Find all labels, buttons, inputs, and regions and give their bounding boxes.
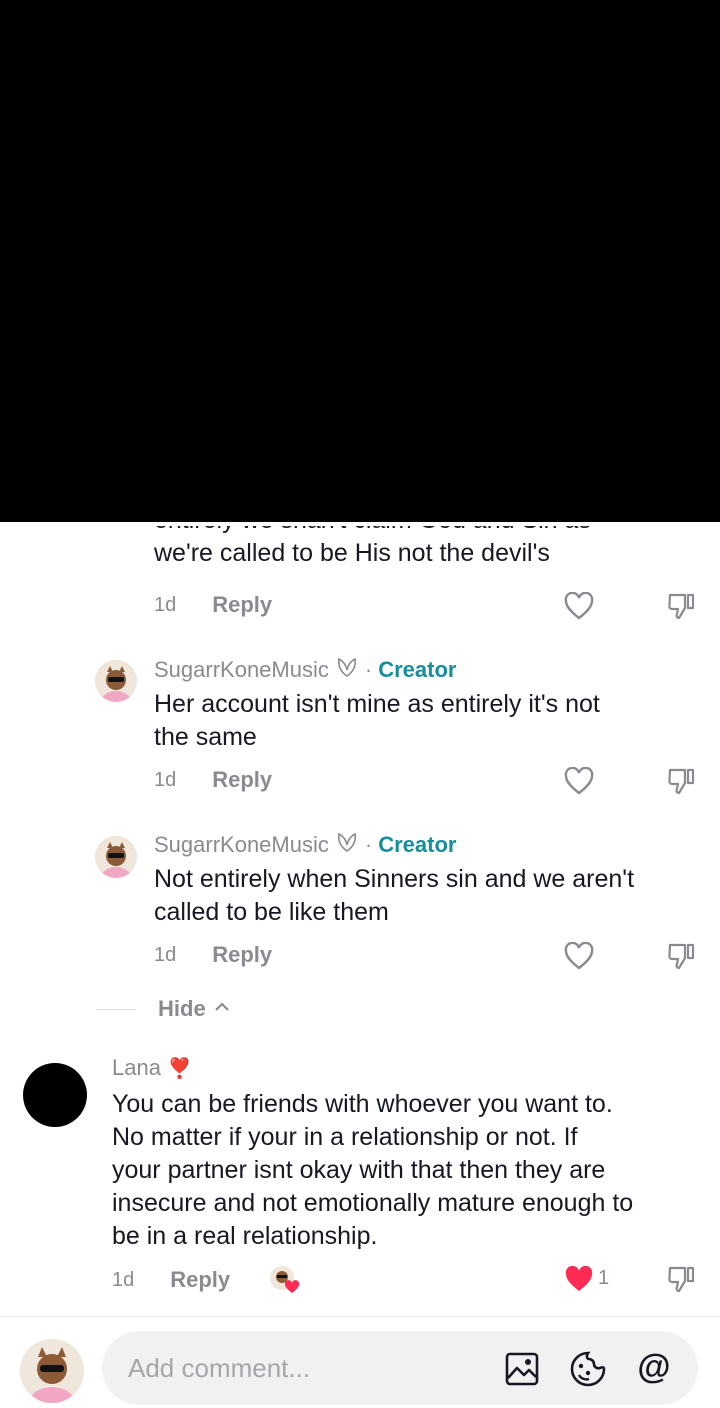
avatar[interactable]	[95, 660, 137, 702]
partial-comment-line-2: we're called to be His not the devil's	[154, 539, 550, 567]
partial-comment-meta: 1d Reply	[154, 592, 272, 618]
divider	[96, 1008, 136, 1010]
dislike-icon[interactable]	[664, 1262, 698, 1296]
reply-2-header: SugarrKoneMusic · Creator	[154, 831, 456, 859]
comment-line: You can be friends with whoever you want…	[112, 1090, 613, 1118]
separator: ·	[364, 832, 373, 857]
username[interactable]: SugarrKoneMusic	[154, 657, 329, 683]
chevron-up-icon	[214, 1000, 230, 1018]
comment-input[interactable]	[128, 1352, 488, 1384]
reply-2-text: Not entirely when Sinners sin and we are…	[154, 863, 634, 929]
comment-time: 1d	[154, 768, 177, 791]
reply-1-header: SugarrKoneMusic · Creator	[154, 656, 456, 684]
comment-line: insecure and not emotionally mature enou…	[112, 1189, 634, 1217]
avatar[interactable]	[23, 1063, 87, 1127]
creator-badge: Creator	[378, 657, 457, 682]
reply-button[interactable]: Reply	[212, 942, 272, 968]
image-icon[interactable]	[502, 1349, 542, 1389]
liked-heart-icon[interactable]	[562, 1262, 596, 1296]
dislike-icon[interactable]	[664, 589, 698, 623]
comment-input-container[interactable]: @	[102, 1331, 698, 1405]
comment-time: 1d	[154, 593, 177, 616]
reply-1-meta: 1d Reply	[154, 767, 272, 793]
reply-button[interactable]: Reply	[170, 1267, 230, 1293]
comment-meta: 1d Reply	[112, 1265, 300, 1295]
my-avatar[interactable]	[20, 1339, 84, 1403]
comment-line: No matter if your in a relationship or n…	[112, 1123, 578, 1151]
comment-text: You can be friends with whoever you want…	[112, 1088, 633, 1253]
dislike-icon[interactable]	[664, 764, 698, 798]
comment-time: 1d	[154, 943, 177, 966]
dislike-icon[interactable]	[664, 939, 698, 973]
comment-time: 1d	[112, 1268, 135, 1291]
avatar[interactable]	[95, 836, 137, 878]
comment-line: be in a real relationship.	[112, 1222, 378, 1250]
creator-liked-avatar	[268, 1265, 300, 1295]
reply-button[interactable]: Reply	[212, 767, 272, 793]
creator-badge: Creator	[378, 832, 457, 857]
reply-text-line: Not entirely when Sinners sin and we are…	[154, 865, 635, 893]
reply-text-line: the same	[154, 723, 257, 751]
badge-icon	[335, 831, 359, 859]
like-icon[interactable]	[562, 764, 596, 798]
like-count: 1	[598, 1267, 610, 1289]
video-overlay	[0, 0, 720, 522]
reply-text-line: called to be like them	[154, 898, 389, 926]
heart-exclamation-emoji: ❣️	[166, 1057, 192, 1080]
comment-header: Lana ❣️	[112, 1055, 192, 1081]
reply-2-meta: 1d Reply	[154, 942, 272, 968]
comment-composer: @	[0, 1316, 720, 1408]
emoji-icon[interactable]	[568, 1349, 608, 1389]
reply-text-line: Her account isn't mine as entirely it's …	[154, 690, 600, 718]
username[interactable]: Lana	[112, 1055, 161, 1081]
hide-label[interactable]: Hide	[158, 996, 206, 1022]
like-icon[interactable]	[562, 939, 596, 973]
comment-line: your partner isnt okay with that then th…	[112, 1156, 606, 1184]
reply-1-text: Her account isn't mine as entirely it's …	[154, 688, 600, 754]
username[interactable]: SugarrKoneMusic	[154, 832, 329, 858]
badge-icon	[335, 656, 359, 684]
separator: ·	[364, 657, 373, 682]
hide-replies[interactable]: Hide	[96, 996, 230, 1022]
mention-icon[interactable]: @	[634, 1347, 674, 1387]
reply-button[interactable]: Reply	[212, 592, 272, 618]
like-icon[interactable]	[562, 589, 596, 623]
